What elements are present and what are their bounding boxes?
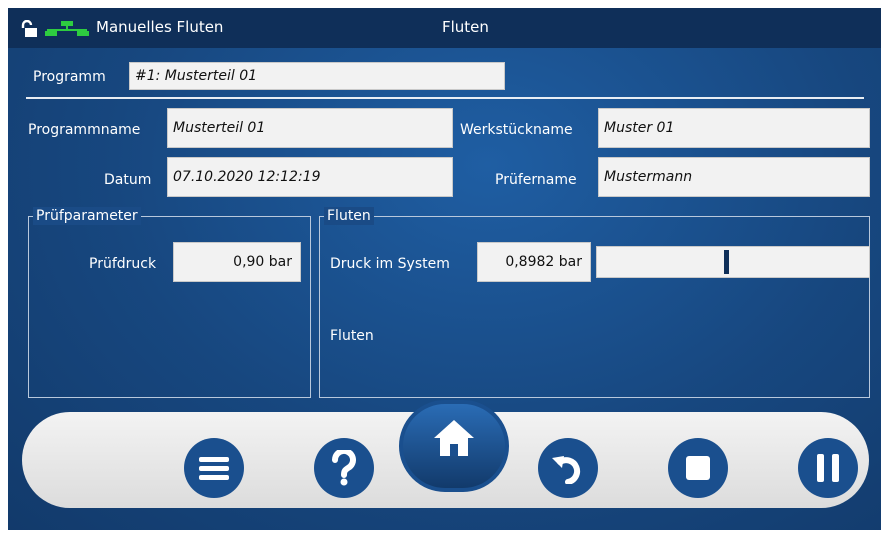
datum-value: 07.10.2020 12:12:19 [173, 169, 321, 185]
druck-im-system-value-box: 0,8982 bar [477, 242, 591, 282]
werkstueckname-field[interactable]: Muster 01 [598, 108, 870, 148]
programmname-value: Musterteil 01 [173, 120, 266, 136]
program-label: Programm [33, 69, 106, 85]
pruefdruck-label: Prüfdruck [89, 256, 157, 272]
fluten-status: Fluten [330, 328, 374, 344]
window-title: Manuelles Fluten [96, 18, 224, 36]
stop-icon [686, 456, 710, 480]
menu-button[interactable] [184, 438, 244, 498]
home-icon [434, 420, 474, 456]
unlock-icon[interactable] [20, 20, 38, 38]
help-icon [331, 450, 356, 486]
undo-icon [552, 456, 581, 484]
pressure-marker [724, 250, 729, 274]
hmi-screen: Manuelles Fluten Fluten Programm #1: Mus… [8, 8, 881, 530]
druck-im-system-label: Druck im System [330, 256, 450, 272]
datum-label: Datum [104, 172, 152, 188]
divider [26, 97, 864, 99]
fluten-title: Fluten [324, 207, 374, 225]
pruefername-value: Mustermann [604, 169, 693, 185]
pause-icon [817, 454, 839, 482]
help-button[interactable] [314, 438, 374, 498]
werkstueckname-value: Muster 01 [604, 120, 675, 136]
stop-button[interactable] [668, 438, 728, 498]
program-select[interactable]: #1: Musterteil 01 [129, 62, 505, 90]
druck-im-system-value: 0,8982 bar [505, 254, 582, 270]
werkstueckname-label: Werkstückname [460, 122, 573, 138]
programmname-field[interactable]: Musterteil 01 [167, 108, 453, 148]
pause-button[interactable] [798, 438, 858, 498]
fluten-group: Fluten [319, 207, 870, 398]
pressure-progress-bar [596, 246, 870, 278]
screen-title: Fluten [442, 18, 489, 36]
programmname-label: Programmname [28, 122, 141, 138]
program-value: #1: Musterteil 01 [135, 68, 258, 84]
home-button[interactable] [424, 408, 484, 468]
pruefername-field[interactable]: Mustermann [598, 157, 870, 197]
datum-field[interactable]: 07.10.2020 12:12:19 [167, 157, 453, 197]
pruefdruck-value-box[interactable]: 0,90 bar [173, 242, 301, 282]
pruefername-label: Prüfername [495, 172, 577, 188]
menu-icon [199, 457, 229, 480]
pruefdruck-value: 0,90 bar [233, 254, 292, 270]
title-bar: Manuelles Fluten Fluten [8, 8, 881, 48]
network-icon [45, 21, 89, 36]
pruefparameter-title: Prüfparameter [33, 207, 141, 225]
undo-button[interactable] [538, 438, 598, 498]
